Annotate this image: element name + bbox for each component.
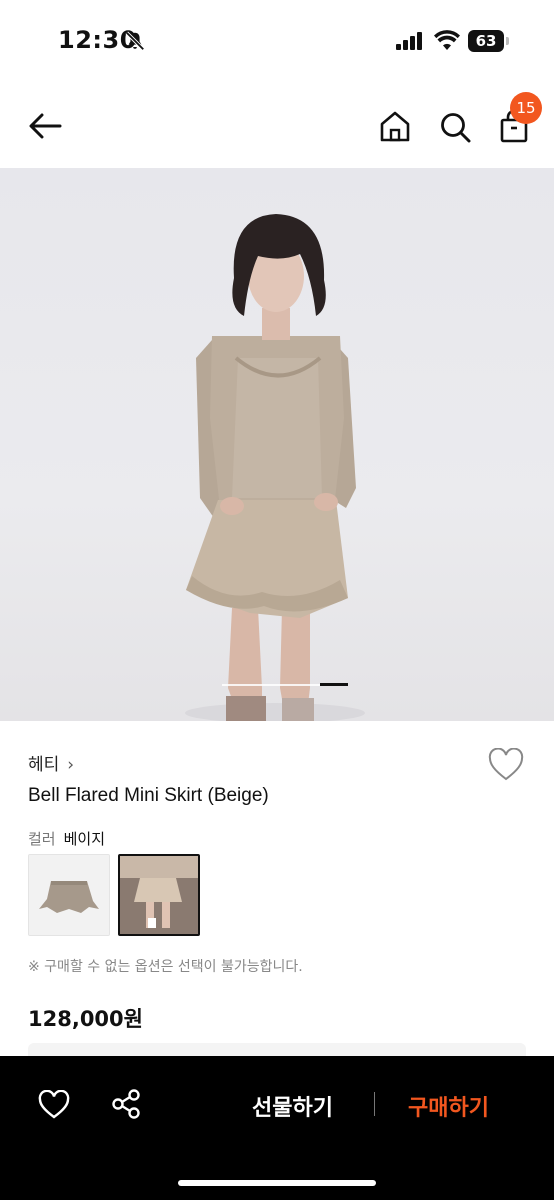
share-icon[interactable] bbox=[110, 1088, 142, 1120]
home-icon[interactable] bbox=[376, 106, 414, 146]
option-value: 베이지 bbox=[63, 830, 106, 848]
gift-button[interactable]: 선물하기 bbox=[252, 1090, 333, 1122]
option-notice: ※ 구매할 수 없는 옵션은 선택이 불가능합니다. bbox=[28, 959, 303, 975]
brand-name: 헤티 bbox=[28, 755, 60, 775]
divider bbox=[374, 1092, 375, 1116]
bell-off-icon bbox=[125, 31, 145, 51]
home-indicator[interactable] bbox=[178, 1180, 376, 1186]
carousel-track bbox=[222, 684, 322, 686]
signal-icon bbox=[396, 32, 422, 50]
wifi-icon bbox=[434, 30, 460, 50]
app-header bbox=[0, 84, 554, 168]
bottom-action-bar: 선물하기 구매하기 bbox=[0, 1056, 554, 1200]
color-swatch-product[interactable] bbox=[28, 854, 110, 936]
option-label: 컬러 bbox=[28, 830, 56, 848]
status-bar: 12:30 63 bbox=[0, 0, 554, 84]
model-thumbnail bbox=[120, 856, 198, 934]
search-icon[interactable] bbox=[436, 106, 474, 146]
product-price: 128,000원 bbox=[28, 1007, 143, 1031]
carousel-active-indicator bbox=[320, 683, 348, 686]
product-image-carousel[interactable] bbox=[0, 168, 554, 721]
brand-link[interactable]: 헤티 › bbox=[28, 750, 74, 775]
heart-icon[interactable] bbox=[488, 748, 524, 782]
battery-level: 63 bbox=[468, 30, 504, 52]
product-name: Bell Flared Mini Skirt (Beige) bbox=[28, 785, 269, 806]
option-row: 컬러 베이지 bbox=[28, 828, 105, 849]
product-photo bbox=[185, 214, 365, 721]
battery-icon: 63 bbox=[468, 30, 510, 52]
cart-count-badge[interactable]: 15 bbox=[510, 92, 542, 124]
color-swatch-model[interactable] bbox=[118, 854, 200, 936]
skirt-thumbnail bbox=[29, 855, 109, 935]
heart-icon[interactable] bbox=[38, 1090, 70, 1120]
back-arrow-icon[interactable] bbox=[24, 106, 66, 146]
chevron-right-icon: › bbox=[67, 755, 75, 775]
buy-button[interactable]: 구매하기 bbox=[408, 1090, 489, 1122]
